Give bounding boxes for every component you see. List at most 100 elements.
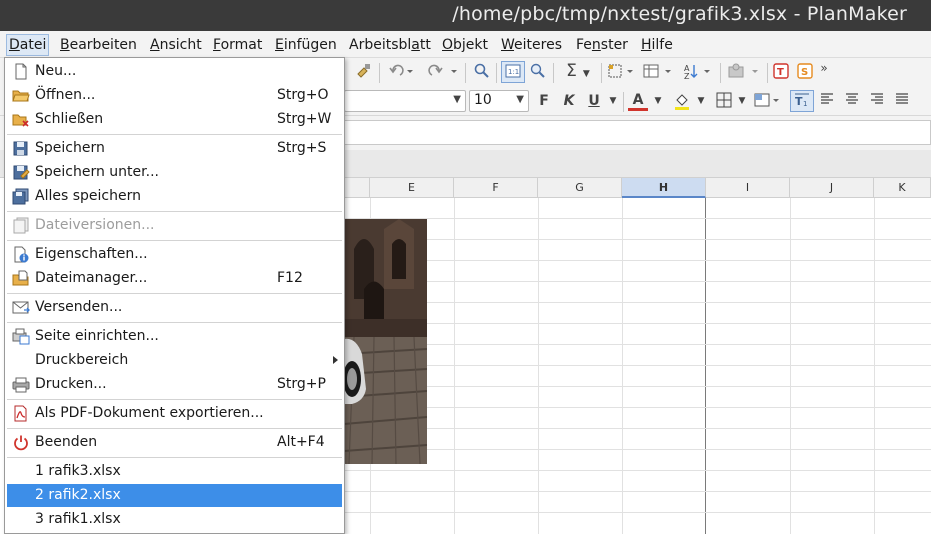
redo-icon[interactable]: [424, 62, 460, 84]
menu-bearbeiten[interactable]: Bearbeiten: [58, 35, 139, 55]
column-header-h[interactable]: H: [622, 178, 706, 198]
menu-item-send[interactable]: Versenden...: [7, 296, 342, 319]
cell-borders-icon[interactable]: [713, 91, 735, 113]
grid-line: [344, 302, 931, 303]
cell-format-icon[interactable]: [641, 62, 675, 84]
menu-item-save-as[interactable]: Speichern unter...: [7, 161, 342, 184]
grid-line: [454, 198, 455, 534]
chevron-down-icon[interactable]: ▼: [606, 91, 620, 113]
menu-hilfe-accel: H: [641, 37, 652, 53]
menu-item-save-all[interactable]: Alles speichern: [7, 185, 342, 208]
search-icon[interactable]: [472, 62, 492, 84]
menu-datei[interactable]: Datei: [6, 34, 50, 56]
grid-line: [874, 198, 875, 534]
window-title: /home/pbc/tmp/nxtest/grafik3.xlsx - Plan…: [452, 3, 907, 25]
menu-item-shortcut: Strg+P: [277, 376, 326, 392]
grid-line: [622, 198, 623, 534]
grid-line: [344, 281, 931, 282]
menu-separator: [7, 211, 342, 212]
menu-item-print-area[interactable]: Druckbereich: [7, 349, 342, 372]
italic-button[interactable]: K: [560, 91, 578, 113]
menu-item-open[interactable]: Öffnen... Strg+O: [7, 84, 342, 107]
text-wrap-icon[interactable]: T1: [790, 90, 814, 112]
toolbar-separator: [379, 63, 380, 83]
menu-item-label: 2 rafik2.xlsx: [35, 487, 121, 503]
svg-text:T: T: [777, 67, 784, 78]
format-painter-icon[interactable]: [352, 62, 374, 84]
menu-item-recent-1[interactable]: 1 rafik3.xlsx: [7, 460, 342, 483]
cell-style-icon[interactable]: [753, 91, 785, 113]
menu-hilfe[interactable]: Hilfe: [639, 35, 675, 55]
menu-weiteres[interactable]: Weiteres: [499, 35, 564, 55]
column-header-f[interactable]: F: [454, 178, 538, 198]
column-header-k[interactable]: K: [874, 178, 931, 198]
menu-fenster[interactable]: Fenster: [574, 35, 630, 55]
chevron-down-icon[interactable]: ▼: [694, 91, 708, 113]
menu-item-recent-3[interactable]: 3 rafik1.xlsx: [7, 508, 342, 531]
menu-item-print[interactable]: Drucken... Strg+P: [7, 373, 342, 396]
underline-button[interactable]: U: [585, 91, 603, 113]
menu-item-recent-2[interactable]: 2 rafik2.xlsx: [7, 484, 342, 507]
menu-einfuegen[interactable]: Einfügen: [273, 35, 339, 55]
title-bar: /home/pbc/tmp/nxtest/grafik3.xlsx - Plan…: [0, 0, 931, 31]
chevron-down-icon[interactable]: ▼: [651, 91, 665, 113]
sort-icon[interactable]: AZ: [682, 62, 716, 84]
toolbar-overflow-button[interactable]: »: [817, 58, 831, 80]
menu-ansicht[interactable]: Ansicht: [148, 35, 204, 55]
chevron-down-icon[interactable]: ▼: [735, 91, 749, 113]
zoom-100-icon[interactable]: 1:1: [501, 61, 525, 83]
borders-icon[interactable]: [606, 62, 636, 84]
menu-objekt-accel: O: [442, 37, 454, 53]
column-header-j[interactable]: J: [790, 178, 874, 198]
embedded-photo[interactable]: [344, 219, 427, 464]
textmaker-icon[interactable]: T: [771, 62, 791, 84]
sum-button[interactable]: Σ ▼: [560, 61, 596, 83]
menu-separator: [7, 293, 342, 294]
menu-separator: [7, 457, 342, 458]
grid-line: [344, 491, 931, 492]
bold-button[interactable]: F: [535, 91, 553, 113]
align-center-icon[interactable]: [843, 91, 861, 113]
grid-line: [344, 239, 931, 240]
zoom-icon[interactable]: [528, 62, 548, 84]
save-icon: [12, 140, 30, 157]
fill-color-icon[interactable]: [671, 91, 693, 113]
align-right-icon[interactable]: [868, 91, 886, 113]
column-header-g[interactable]: G: [538, 178, 622, 198]
svg-text:S: S: [801, 67, 808, 78]
menu-arbeitsblatt[interactable]: Arbeitsblatt: [347, 35, 433, 55]
menu-item-new[interactable]: Neu...: [7, 60, 342, 83]
menu-item-label: Speichern: [35, 140, 105, 156]
menu-item-label: 1 rafik3.xlsx: [35, 463, 121, 479]
object-icon[interactable]: [726, 62, 764, 84]
column-header-e[interactable]: E: [370, 178, 454, 198]
undo-icon[interactable]: [386, 62, 416, 84]
column-header-i[interactable]: I: [706, 178, 790, 198]
font-name-combo[interactable]: ▼: [344, 90, 466, 112]
page-break-line: [705, 198, 706, 534]
menu-item-export-pdf[interactable]: Als PDF-Dokument exportieren...: [7, 402, 342, 425]
menu-separator: [7, 240, 342, 241]
cell-grid[interactable]: [344, 198, 931, 534]
column-header-d[interactable]: [344, 178, 370, 198]
menu-item-properties[interactable]: Eigenschaften...: [7, 243, 342, 266]
menu-item-close[interactable]: Schließen Strg+W: [7, 108, 342, 131]
menu-item-page-setup[interactable]: Seite einrichten...: [7, 325, 342, 348]
file-versions-icon: [12, 217, 30, 234]
font-color-button[interactable]: A: [628, 90, 648, 111]
open-folder-icon: [12, 87, 30, 104]
menu-einfuegen-accel: E: [275, 37, 284, 53]
menu-objekt[interactable]: Objekt: [440, 35, 490, 55]
menu-item-save[interactable]: Speichern Strg+S: [7, 137, 342, 160]
softmaker-icon[interactable]: S: [795, 62, 815, 84]
align-left-icon[interactable]: [818, 91, 836, 113]
menu-item-label: Eigenschaften...: [35, 246, 148, 262]
formula-input[interactable]: [344, 120, 931, 145]
menu-format[interactable]: Format: [211, 35, 264, 55]
menu-format-accel: F: [213, 37, 221, 53]
align-justify-icon[interactable]: [893, 91, 911, 113]
menu-item-file-manager[interactable]: Dateimanager... F12: [7, 267, 342, 290]
save-as-icon: [12, 164, 30, 181]
menu-item-quit[interactable]: Beenden Alt+F4: [7, 431, 342, 454]
font-size-combo[interactable]: 10 ▼: [469, 90, 529, 112]
